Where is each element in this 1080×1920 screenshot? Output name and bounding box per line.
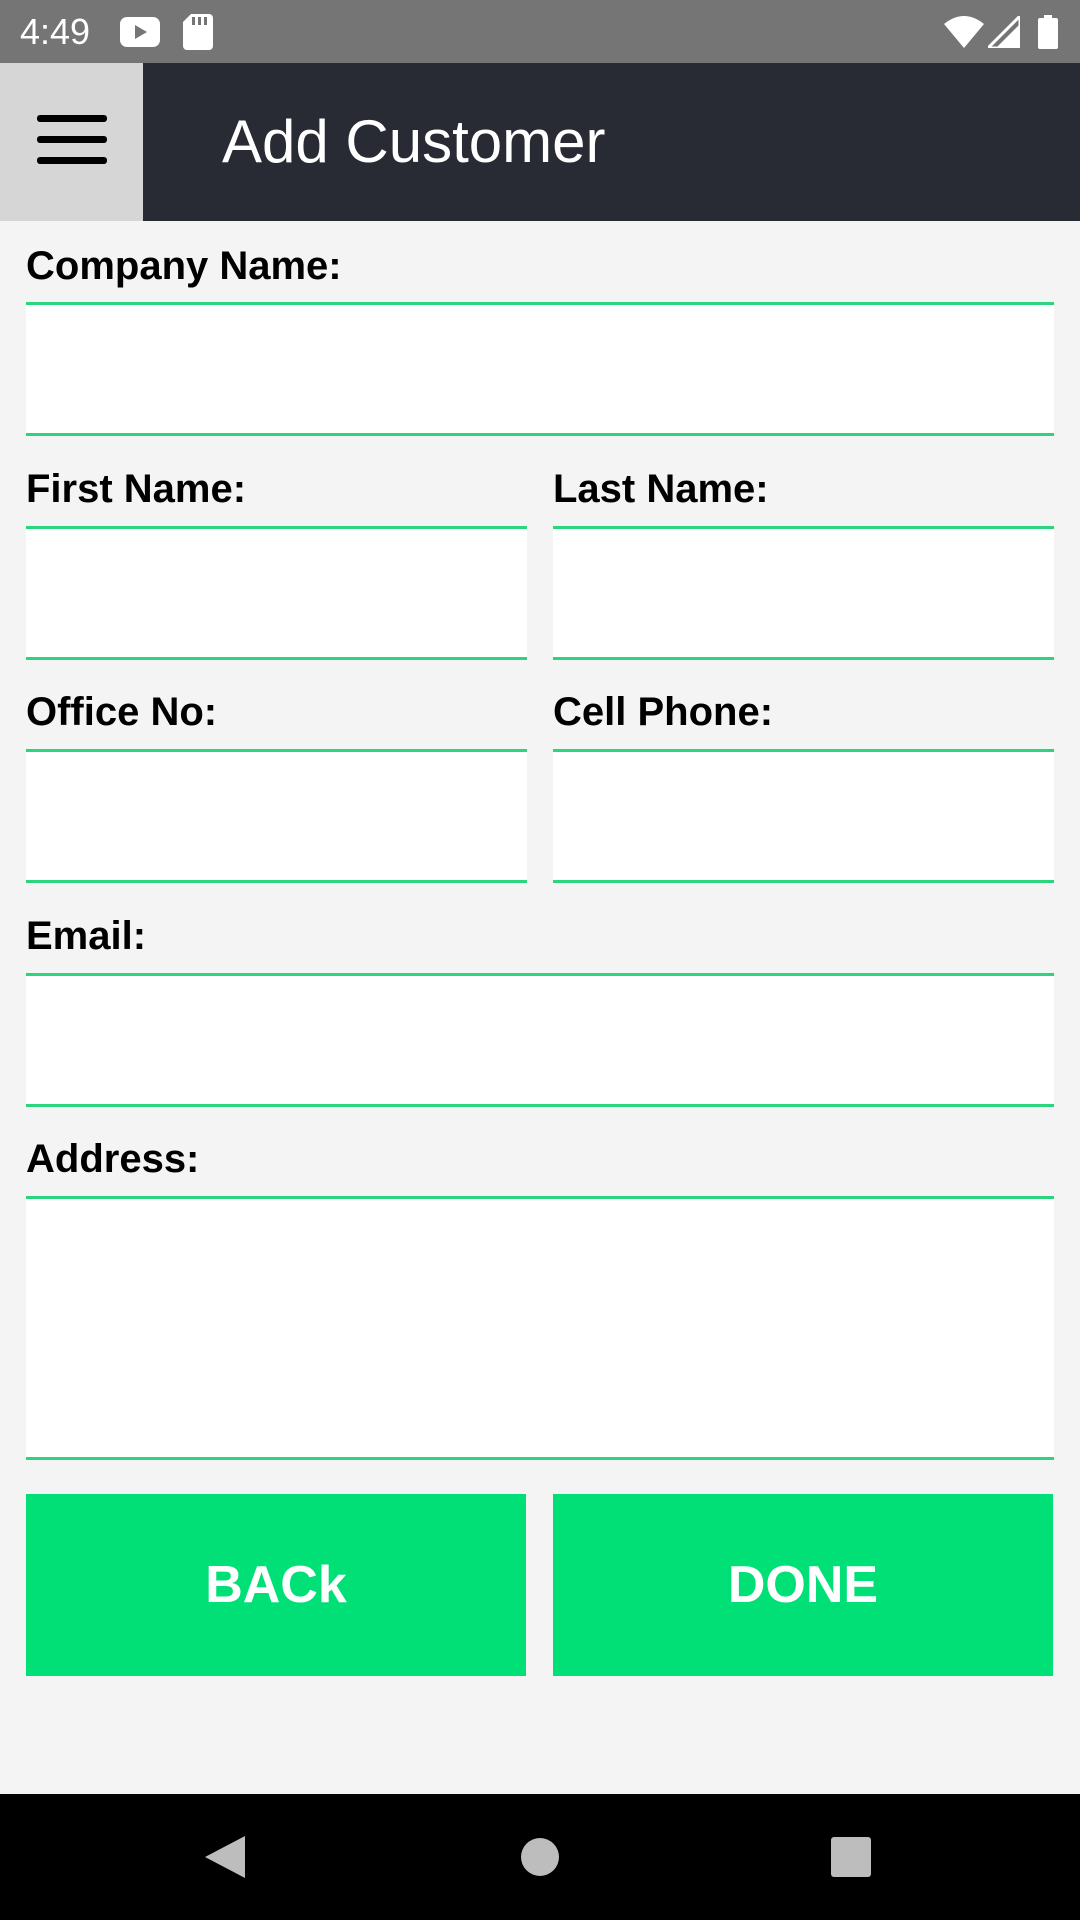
page-title: Add Customer: [222, 108, 606, 175]
menu-button[interactable]: [0, 63, 143, 221]
company-name-input[interactable]: [26, 302, 1054, 436]
cell-phone-label: Cell Phone:: [553, 690, 774, 734]
first-name-label: First Name:: [26, 467, 247, 511]
last-name-input[interactable]: [553, 526, 1054, 660]
office-no-label: Office No:: [26, 690, 218, 734]
wifi-icon: [944, 0, 984, 63]
last-name-label: Last Name:: [553, 467, 769, 511]
signal-icon: [988, 0, 1020, 63]
recents-square-icon[interactable]: [791, 1794, 911, 1920]
back-triangle-icon[interactable]: [165, 1794, 285, 1920]
company-name-label: Company Name:: [26, 244, 342, 288]
app-bar: Add Customer: [0, 63, 1080, 221]
back-button[interactable]: BACk: [26, 1494, 526, 1676]
office-no-input[interactable]: [26, 749, 527, 883]
youtube-icon: [120, 0, 160, 63]
status-bar: 4:49: [0, 0, 1080, 63]
done-button[interactable]: DONE: [553, 1494, 1053, 1676]
home-circle-icon[interactable]: [480, 1794, 600, 1920]
battery-icon: [1038, 0, 1058, 63]
email-input[interactable]: [26, 973, 1054, 1107]
status-time: 4:49: [20, 11, 91, 52]
hamburger-menu-icon: [36, 114, 107, 170]
sd-card-icon: [183, 0, 213, 63]
first-name-input[interactable]: [26, 526, 527, 660]
address-label: Address:: [26, 1137, 200, 1181]
address-input[interactable]: [26, 1196, 1054, 1460]
navigation-bar: [0, 1794, 1080, 1920]
cell-phone-input[interactable]: [553, 749, 1054, 883]
email-label: Email:: [26, 914, 147, 958]
